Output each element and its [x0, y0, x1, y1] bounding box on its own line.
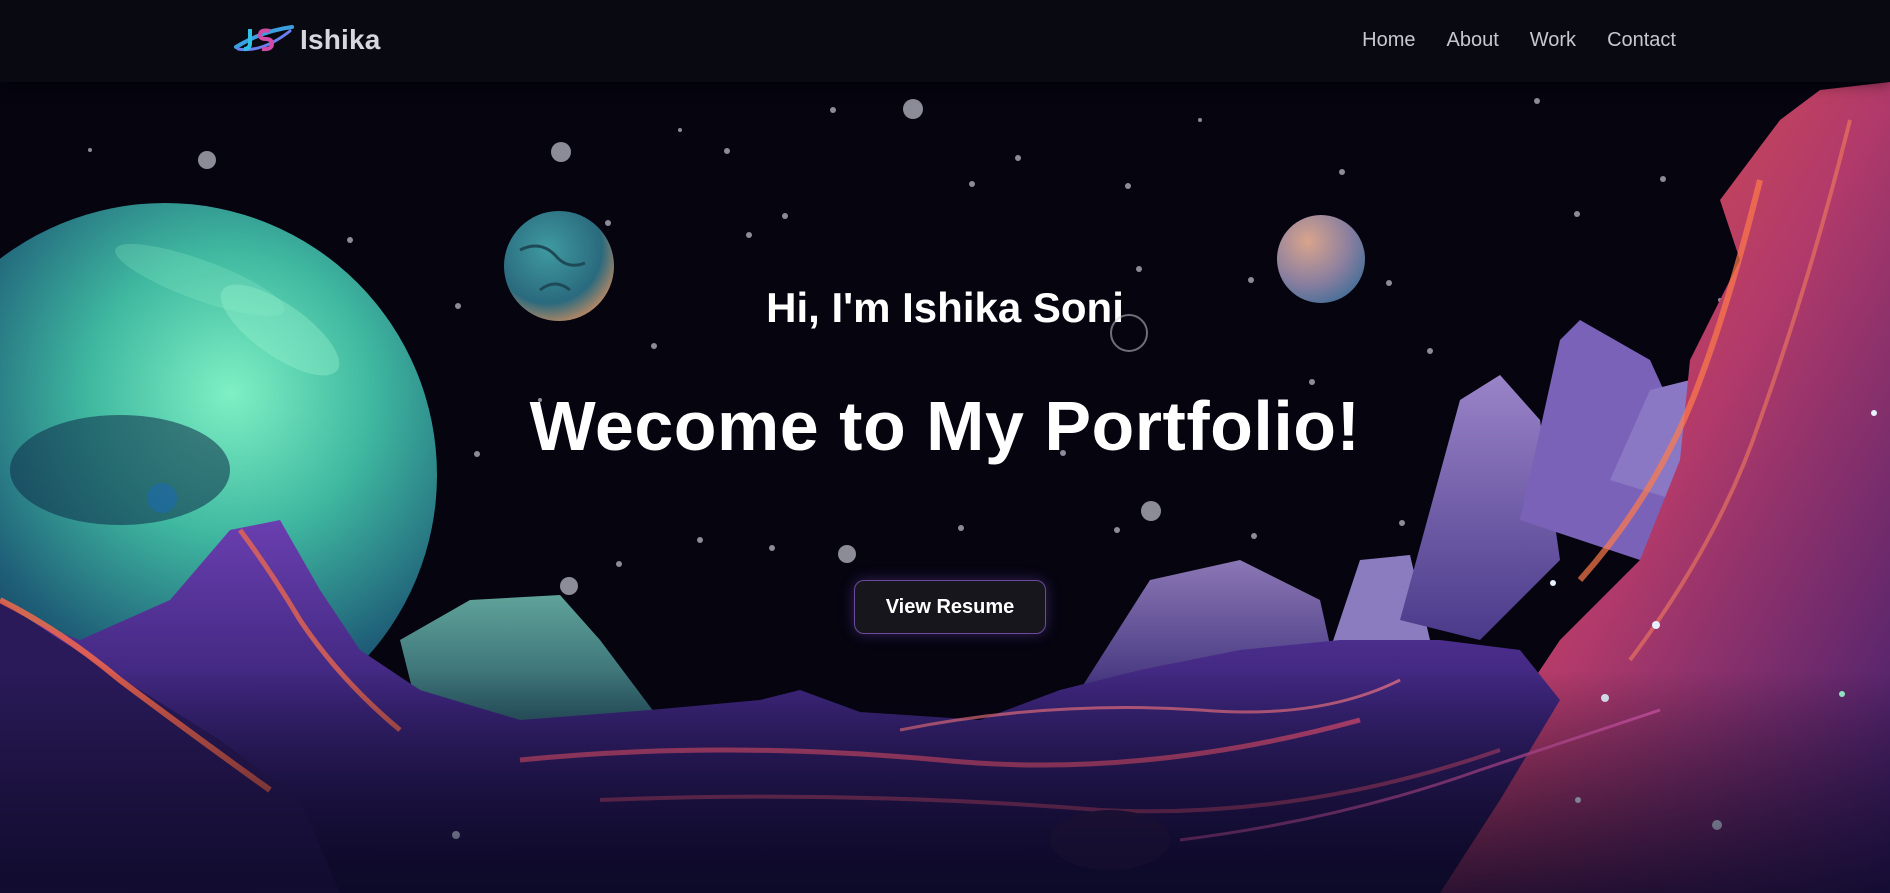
main-nav: Home About Work Contact [1362, 26, 1676, 54]
hero-headline: Wecome to My Portfolio! [529, 387, 1361, 465]
brand-name: Ishika [300, 24, 381, 55]
nav-contact-link[interactable]: Contact [1607, 26, 1676, 54]
top-navbar: Ishika Home About Work Contact [0, 0, 1890, 82]
nav-work-link[interactable]: Work [1530, 26, 1576, 54]
view-resume-button[interactable]: View Resume [854, 580, 1046, 634]
js-orbit-logo-icon [234, 25, 294, 52]
nav-home-link[interactable]: Home [1362, 26, 1415, 54]
brand[interactable]: Ishika [232, 20, 381, 60]
hero-greeting: Hi, I'm Ishika Soni [766, 284, 1124, 331]
nav-about-link[interactable]: About [1446, 26, 1498, 54]
cursor-ring-icon [1110, 314, 1148, 352]
